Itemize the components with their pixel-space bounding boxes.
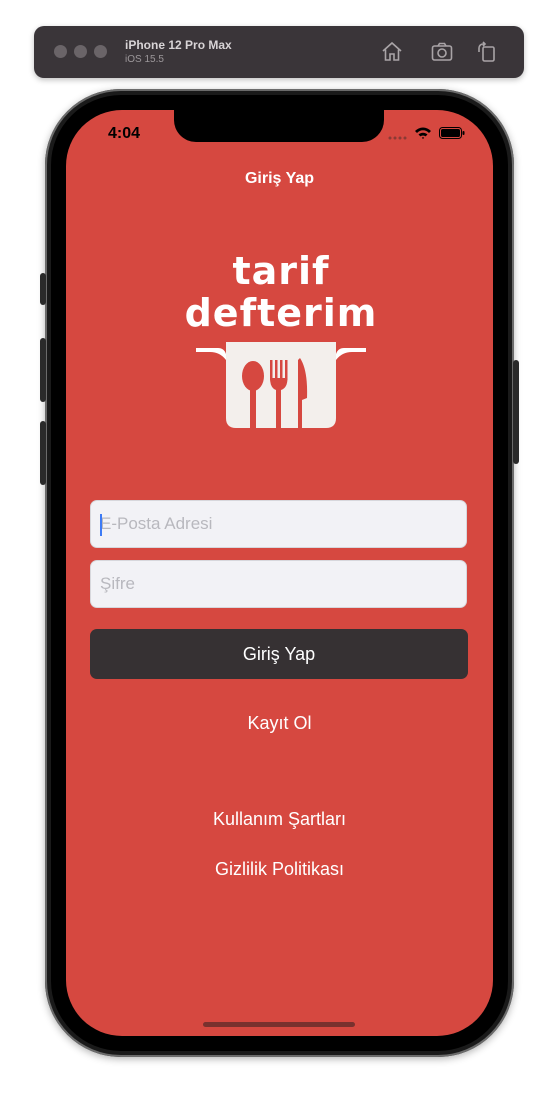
close-window-button[interactable] <box>54 45 67 58</box>
email-input[interactable] <box>91 501 466 547</box>
app-logo: tarif defterim <box>176 250 386 435</box>
volume-down-button <box>40 421 46 485</box>
page-title: Giriş Yap <box>244 170 315 187</box>
terms-link[interactable]: Kullanım Şartları <box>66 809 493 830</box>
rotate-icon[interactable] <box>475 40 499 64</box>
device-name: iPhone 12 Pro Max <box>125 38 232 52</box>
logo-text-line2: defterim <box>184 291 378 335</box>
register-link[interactable]: Kayıt Ol <box>66 713 493 734</box>
power-button <box>513 360 519 464</box>
password-input[interactable] <box>91 561 466 607</box>
login-button[interactable]: Giriş Yap <box>90 629 468 679</box>
os-version: iOS 15.5 <box>125 54 164 65</box>
simulator-toolbar: iPhone 12 Pro Max iOS 15.5 <box>34 26 524 78</box>
text-caret <box>100 514 102 536</box>
battery-icon <box>439 127 465 139</box>
minimize-window-button[interactable] <box>74 45 87 58</box>
wifi-icon <box>415 127 431 139</box>
email-field[interactable] <box>90 500 467 548</box>
status-time: 4:04 <box>108 125 141 142</box>
cooking-pot-icon <box>196 342 366 428</box>
home-icon[interactable] <box>380 40 404 64</box>
notch <box>174 110 384 142</box>
app-screen: 4:04 Giriş Yap tarif defterim E-Posta Ad… <box>66 110 493 1036</box>
privacy-link[interactable]: Gizlilik Politikası <box>66 859 493 880</box>
home-indicator[interactable] <box>203 1022 355 1027</box>
password-field[interactable] <box>90 560 467 608</box>
volume-up-button <box>40 338 46 402</box>
screenshot-icon[interactable] <box>430 40 454 64</box>
mute-switch <box>40 273 46 305</box>
logo-text-line1: tarif <box>232 249 330 293</box>
zoom-window-button[interactable] <box>94 45 107 58</box>
signal-dots-icon <box>388 136 407 140</box>
